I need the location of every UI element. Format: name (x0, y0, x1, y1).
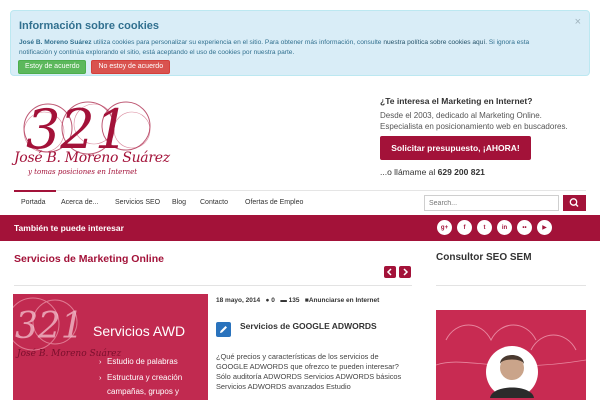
nav-item-blog[interactable]: Blog (172, 199, 186, 206)
search-icon (569, 198, 579, 207)
request-quote-button[interactable]: Solicitar presupuesto, ¡AHORA! (380, 136, 531, 160)
main-nav: Portada Acerca de... Servicios SEO Blog … (14, 190, 586, 214)
promo-text: Desde el 2003, dedicado al Marketing Onl… (380, 111, 568, 131)
cookie-title: Información sobre cookies (19, 20, 159, 32)
logo-tagline: y tomas posiciones en Internet (28, 168, 138, 176)
cookie-text: José B. Moreno Suárez utiliza cookies pa… (19, 38, 559, 58)
interest-label: También te puede interesar (14, 223, 124, 233)
cookie-policy-link[interactable]: nuestra política sobre cookies aquí (383, 39, 485, 46)
reject-cookies-button[interactable]: No estoy de acuerdo (91, 60, 171, 74)
chevron-left-icon (386, 268, 392, 276)
promo-call: ...o llámame al 629 200 821 (380, 167, 485, 177)
cookie-text-1: utiliza cookies para personalizar su exp… (91, 39, 384, 46)
logo-number: 321 (26, 98, 129, 158)
cookie-banner: Información sobre cookies José B. Moreno… (10, 10, 590, 76)
promo-question: ¿Te interesa el Marketing en Internet? (380, 96, 533, 106)
section-divider (14, 285, 412, 286)
image-number: 321 (15, 306, 84, 347)
search-input[interactable] (424, 195, 559, 211)
post-comments[interactable]: 0 (271, 297, 275, 304)
sidebar-title: Consultor SEO SEM (436, 252, 532, 263)
image-line-2: Estructura y creación (107, 373, 182, 382)
consultant-photo (436, 310, 586, 400)
promo-call-prefix: ...o llámame al (380, 167, 438, 177)
promo-phone[interactable]: 629 200 821 (438, 167, 485, 177)
image-name: José B. Moreno Suárez (15, 348, 121, 359)
search-button[interactable] (563, 195, 586, 211)
image-line-1: Estudio de palabras (107, 357, 178, 366)
post-excerpt: ¿Qué precios y características de los se… (216, 352, 402, 391)
comments-icon: ● (265, 297, 270, 304)
nav-item-servicios-seo[interactable]: Servicios SEO (115, 199, 160, 206)
interest-bar: También te puede interesar g+ f t in •• … (0, 215, 600, 241)
youtube-icon[interactable]: ▶ (537, 220, 552, 235)
post-meta: 18 mayo, 2014 ● 0 ▬ 135 ■Anunciarse en I… (216, 296, 406, 306)
google-plus-icon[interactable]: g+ (437, 220, 452, 235)
post-featured-image[interactable]: 321 José B. Moreno Suárez Servicios AWD … (13, 294, 208, 400)
views-icon: ▬ (280, 297, 287, 304)
nav-item-acerca[interactable]: Acerca de... (61, 199, 98, 206)
section-title: Servicios de Marketing Online (14, 253, 164, 265)
nav-active-indicator (14, 190, 56, 192)
consultant-photo-graphic (436, 310, 586, 400)
featured-image-graphic: 321 José B. Moreno Suárez Servicios AWD … (13, 294, 208, 400)
facebook-icon[interactable]: f (457, 220, 472, 235)
logo-name: José B. Moreno Suárez (14, 150, 170, 166)
next-arrow-button[interactable] (399, 266, 411, 278)
post-title[interactable]: Servicios de GOOGLE ADWORDS (240, 321, 377, 331)
post-date[interactable]: 18 mayo, 2014 (216, 297, 260, 304)
twitter-icon[interactable]: t (477, 220, 492, 235)
close-icon[interactable]: × (575, 16, 581, 28)
post-views: 135 (288, 297, 300, 304)
prev-arrow-button[interactable] (384, 266, 396, 278)
sidebar-divider (436, 285, 586, 286)
nav-item-ofertas[interactable]: Ofertas de Empleo (245, 199, 303, 206)
post-category[interactable]: Anunciarse en Internet (309, 297, 379, 304)
image-line-3: campañas, grupos y (107, 387, 179, 396)
nav-item-portada[interactable]: Portada (21, 199, 46, 206)
logo-mark: 321 (23, 98, 151, 161)
pencil-icon (216, 322, 231, 337)
accept-cookies-button[interactable]: Estoy de acuerdo (18, 60, 87, 74)
image-heading: Servicios AWD (93, 323, 185, 339)
linkedin-icon[interactable]: in (497, 220, 512, 235)
flickr-icon[interactable]: •• (517, 220, 532, 235)
chevron-right-icon (403, 268, 409, 276)
nav-item-contacto[interactable]: Contacto (200, 199, 228, 206)
cookie-owner: José B. Moreno Suárez (19, 39, 92, 46)
